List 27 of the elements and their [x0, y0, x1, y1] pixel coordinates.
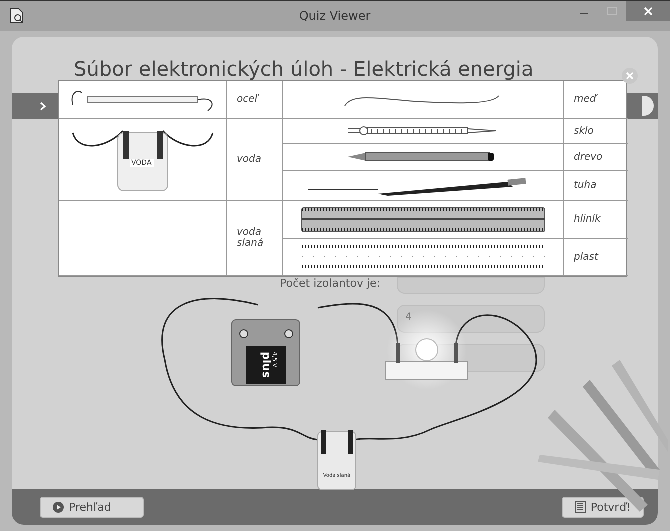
chevron-icon[interactable]	[40, 102, 46, 110]
close-icon	[626, 72, 634, 80]
battery-drawing	[232, 320, 300, 386]
close-icon	[644, 6, 652, 16]
confirm-button[interactable]: Potvrď!	[562, 496, 644, 518]
liquid-label: voda slaná	[237, 227, 265, 249]
battery-brand: plus	[260, 352, 273, 378]
play-icon	[53, 502, 64, 512]
overview-button[interactable]: Prehľad	[40, 496, 144, 518]
material-label: tuha	[574, 180, 597, 191]
material-label: meď	[574, 94, 596, 105]
window-title: Quiz Viewer	[299, 9, 371, 23]
jar-drawing	[318, 430, 356, 490]
quiz-title: Súbor elektronických úloh - Elektrická energia	[74, 57, 534, 83]
answer-field[interactable]	[396, 277, 545, 294]
material-label: sklo	[574, 126, 594, 136]
material-label: plast	[574, 252, 598, 262]
list-icon	[574, 501, 586, 513]
maximize-icon	[607, 7, 617, 15]
liquid-label: voda	[237, 154, 262, 165]
question-prompt: Počet izolantov je:	[280, 277, 381, 290]
material-label: hliník	[574, 214, 601, 225]
material-label: drevo	[574, 152, 603, 162]
app-icon	[10, 8, 24, 24]
liquid-label: oceľ	[237, 94, 258, 105]
page-controls[interactable]	[642, 96, 654, 116]
close-button[interactable]	[626, 1, 670, 21]
